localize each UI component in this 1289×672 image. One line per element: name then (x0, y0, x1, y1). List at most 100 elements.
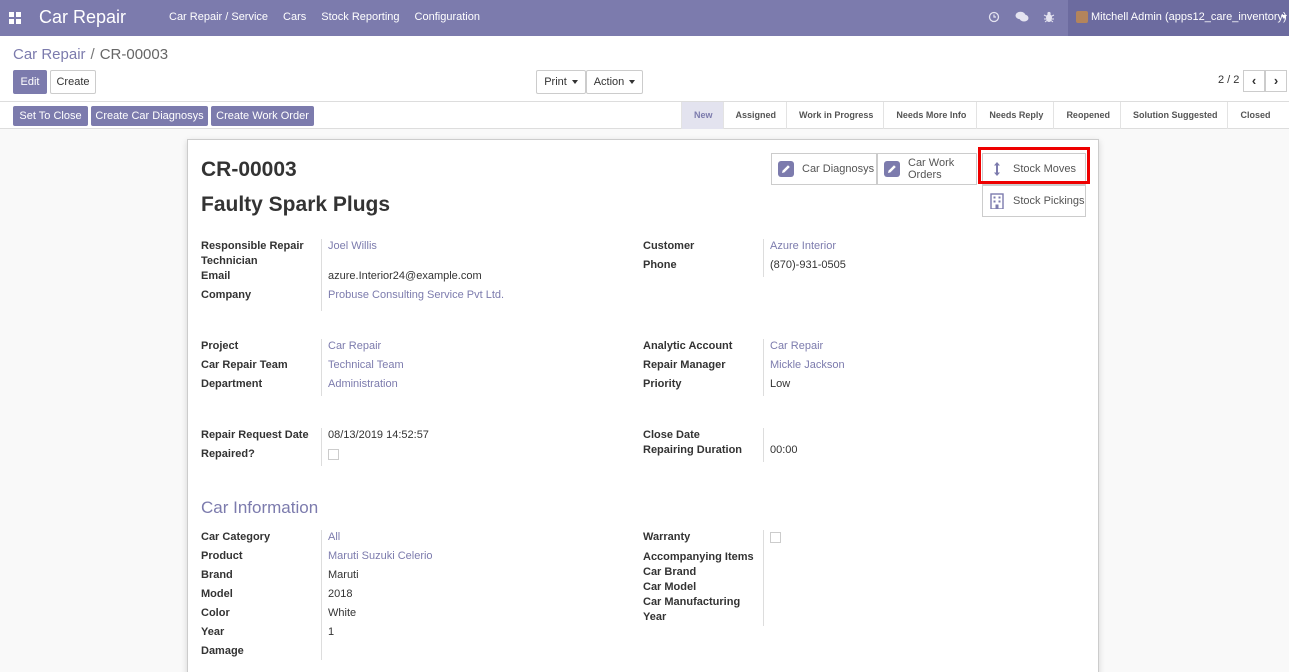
car-manufacturing-year-label: Car Manufacturing Year (643, 595, 740, 625)
field-divider (763, 239, 764, 277)
pencil-icon (884, 161, 900, 177)
analytic-account-field[interactable]: Car Repair (770, 340, 823, 352)
field-divider (763, 428, 764, 462)
field-divider (321, 428, 322, 466)
car-manufacturing-line-2: Year (643, 611, 667, 623)
stock-pickings-button[interactable]: Stock Pickings (982, 185, 1086, 217)
priority-label: Priority (643, 378, 682, 390)
year-field[interactable]: 1 (328, 626, 334, 638)
email-field[interactable]: azure.Interior24@example.com (328, 270, 482, 282)
stock-pickings-label: Stock Pickings (1013, 195, 1085, 207)
pencil-icon (778, 161, 794, 177)
bug-icon[interactable] (1043, 11, 1055, 23)
avatar (1076, 11, 1088, 23)
create-button[interactable]: Create (50, 70, 96, 94)
project-label: Project (201, 340, 239, 352)
analytic-account-label: Analytic Account (643, 340, 733, 352)
department-label: Department (201, 378, 263, 390)
field-divider (321, 339, 322, 396)
caret-down-icon (571, 80, 578, 85)
field-divider (763, 530, 764, 626)
stage-needs-reply[interactable]: Needs Reply (976, 102, 1053, 129)
print-label: Print (544, 76, 567, 88)
pager-value[interactable]: 2 / 2 (1218, 74, 1239, 86)
breadcrumb-separator: / (90, 46, 95, 63)
email-label: Email (201, 270, 231, 282)
stage-new[interactable]: New (681, 102, 723, 129)
close-date-label: Close Date (643, 429, 700, 441)
model-field[interactable]: 2018 (328, 588, 352, 600)
request-date-field[interactable]: 08/13/2019 14:52:57 (328, 429, 429, 441)
breadcrumb: Car Repair / CR-00003 (13, 46, 168, 63)
menu-item-cars[interactable]: Cars (283, 11, 306, 23)
phone-label: Phone (643, 259, 677, 271)
top-navbar: Car Repair Car Repair / Service Cars Sto… (0, 0, 1289, 36)
product-field[interactable]: Maruti Suzuki Celerio (328, 550, 433, 562)
form-header: Set To Close Create Car Diagnosys Create… (0, 102, 1289, 129)
field-divider (321, 530, 322, 660)
team-field[interactable]: Technical Team (328, 359, 404, 371)
car-diagnosys-button[interactable]: Car Diagnosys (771, 153, 877, 185)
department-field[interactable]: Administration (328, 378, 398, 390)
car-manufacturing-line-1: Car Manufacturing (643, 596, 741, 608)
breadcrumb-parent[interactable]: Car Repair (13, 46, 86, 63)
create-car-diagnosys-button[interactable]: Create Car Diagnosys (91, 106, 208, 126)
set-to-close-button[interactable]: Set To Close (13, 106, 88, 126)
repair-manager-label: Repair Manager (643, 359, 726, 371)
car-diagnosys-label: Car Diagnosys (802, 163, 875, 175)
customer-label: Customer (643, 240, 695, 252)
damage-label: Damage (201, 645, 244, 657)
building-icon (989, 193, 1005, 210)
car-category-field[interactable]: All (328, 531, 340, 543)
duration-label: Repairing Duration (643, 444, 743, 456)
car-brand-label: Car Brand (643, 566, 697, 578)
stage-needs-more-info[interactable]: Needs More Info (883, 102, 976, 129)
color-label: Color (201, 607, 230, 619)
chevron-down-icon (1281, 15, 1287, 19)
car-category-label: Car Category (201, 531, 271, 543)
menu-item-stock-reporting[interactable]: Stock Reporting (321, 11, 399, 23)
field-divider (763, 339, 764, 396)
phone-field[interactable]: (870)-931-0505 (770, 259, 846, 271)
responsible-label-line-2: Technician (201, 255, 258, 267)
warranty-checkbox[interactable] (770, 532, 781, 543)
field-divider (321, 239, 322, 311)
responsible-field[interactable]: Joel Willis (328, 240, 377, 252)
clock-icon[interactable] (988, 11, 1000, 23)
color-field[interactable]: White (328, 607, 356, 619)
edit-button[interactable]: Edit (13, 70, 47, 94)
pager-next-button[interactable]: › (1265, 70, 1287, 92)
user-menu[interactable]: Mitchell Admin (apps12_care_inventory) (1068, 0, 1289, 36)
breadcrumb-current: CR-00003 (99, 46, 169, 63)
stage-reopened[interactable]: Reopened (1053, 102, 1120, 129)
duration-field[interactable]: 00:00 (770, 444, 798, 456)
project-field[interactable]: Car Repair (328, 340, 381, 352)
apps-icon[interactable] (9, 12, 21, 24)
create-work-order-button[interactable]: Create Work Order (211, 106, 314, 126)
stage-solution-suggested[interactable]: Solution Suggested (1119, 102, 1228, 129)
stage-work-in-progress[interactable]: Work in Progress (786, 102, 883, 129)
customer-field[interactable]: Azure Interior (770, 240, 836, 252)
brand-field[interactable]: Maruti (328, 569, 359, 581)
menu-item-configuration[interactable]: Configuration (415, 11, 480, 23)
responsible-label: Responsible Repair Technician (201, 239, 304, 269)
stage-closed[interactable]: Closed (1227, 102, 1280, 129)
control-panel: Car Repair / CR-00003 Edit Create Print Ac… (0, 36, 1289, 102)
priority-field[interactable]: Low (770, 378, 790, 390)
repair-manager-field[interactable]: Mickle Jackson (770, 359, 845, 371)
repaired-checkbox[interactable] (328, 449, 339, 460)
accompanying-items-label: Accompanying Items (643, 551, 754, 563)
chat-icon[interactable] (1015, 11, 1029, 23)
repaired-label: Repaired? (201, 448, 255, 460)
responsible-label-line-1: Responsible Repair (201, 240, 304, 252)
company-field[interactable]: Probuse Consulting Service Pvt Ltd. (328, 289, 504, 301)
record-reference: CR-00003 (201, 158, 297, 181)
car-work-orders-label: Car Work Orders (908, 157, 954, 181)
car-work-orders-button[interactable]: Car Work Orders (877, 153, 977, 185)
pager-previous-button[interactable]: ‹ (1243, 70, 1265, 92)
year-label: Year (201, 626, 225, 638)
menu-item-car-repair-service[interactable]: Car Repair / Service (169, 11, 268, 23)
stage-assigned[interactable]: Assigned (722, 102, 787, 129)
action-dropdown[interactable]: Action (586, 70, 643, 94)
print-dropdown[interactable]: Print (536, 70, 586, 94)
